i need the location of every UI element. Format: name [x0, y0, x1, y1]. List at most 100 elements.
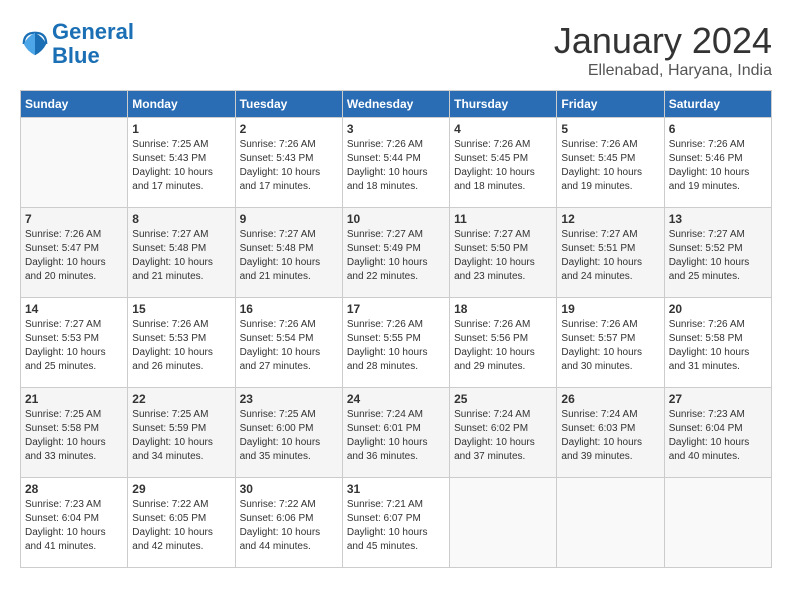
day-info: Sunrise: 7:27 AMSunset: 5:53 PMDaylight:… — [25, 318, 123, 374]
day-number: 11 — [454, 212, 552, 226]
col-sunday: Sunday — [21, 91, 128, 118]
day-info: Sunrise: 7:22 AMSunset: 6:06 PMDaylight:… — [240, 498, 338, 554]
day-number: 22 — [132, 392, 230, 406]
day-number: 1 — [132, 122, 230, 136]
col-friday: Friday — [557, 91, 664, 118]
calendar-cell: 13 Sunrise: 7:27 AMSunset: 5:52 PMDayligh… — [664, 208, 771, 298]
day-number: 2 — [240, 122, 338, 136]
day-info: Sunrise: 7:27 AMSunset: 5:52 PMDaylight:… — [669, 228, 767, 284]
day-info: Sunrise: 7:21 AMSunset: 6:07 PMDaylight:… — [347, 498, 445, 554]
calendar-cell: 26 Sunrise: 7:24 AMSunset: 6:03 PMDayligh… — [557, 388, 664, 478]
day-number: 25 — [454, 392, 552, 406]
calendar-cell: 16 Sunrise: 7:26 AMSunset: 5:54 PMDayligh… — [235, 298, 342, 388]
day-info: Sunrise: 7:25 AMSunset: 5:58 PMDaylight:… — [25, 408, 123, 464]
calendar-cell: 31Sunrise: 7:21 AMSunset: 6:07 PMDayligh… — [342, 478, 449, 568]
day-info: Sunrise: 7:26 AMSunset: 5:45 PMDaylight:… — [454, 138, 552, 194]
calendar-cell: 28Sunrise: 7:23 AMSunset: 6:04 PMDayligh… — [21, 478, 128, 568]
day-number: 7 — [25, 212, 123, 226]
day-info: Sunrise: 7:25 AMSunset: 5:43 PMDaylight:… — [132, 138, 230, 194]
day-info: Sunrise: 7:25 AMSunset: 5:59 PMDaylight:… — [132, 408, 230, 464]
calendar-cell — [557, 478, 664, 568]
calendar-cell: 29 Sunrise: 7:22 AMSunset: 6:05 PMDayligh… — [128, 478, 235, 568]
calendar-cell: 8 Sunrise: 7:27 AMSunset: 5:48 PMDaylight… — [128, 208, 235, 298]
calendar-cell: 4Sunrise: 7:26 AMSunset: 5:45 PMDaylight… — [450, 118, 557, 208]
logo-text: General Blue — [52, 20, 134, 68]
day-number: 16 — [240, 302, 338, 316]
day-number: 12 — [561, 212, 659, 226]
calendar-cell — [450, 478, 557, 568]
day-number: 20 — [669, 302, 767, 316]
day-info: Sunrise: 7:26 AMSunset: 5:44 PMDaylight:… — [347, 138, 445, 194]
day-number: 6 — [669, 122, 767, 136]
day-info: Sunrise: 7:27 AMSunset: 5:50 PMDaylight:… — [454, 228, 552, 284]
calendar-cell — [21, 118, 128, 208]
calendar-cell: 27Sunrise: 7:23 AMSunset: 6:04 PMDayligh… — [664, 388, 771, 478]
location: Ellenabad, Haryana, India — [554, 62, 772, 80]
day-info: Sunrise: 7:22 AMSunset: 6:05 PMDaylight:… — [132, 498, 230, 554]
calendar-cell: 6 Sunrise: 7:26 AMSunset: 5:46 PMDaylight… — [664, 118, 771, 208]
calendar-cell: 1 Sunrise: 7:25 AMSunset: 5:43 PMDaylight… — [128, 118, 235, 208]
calendar-table: Sunday Monday Tuesday Wednesday Thursday… — [20, 90, 772, 568]
calendar-cell: 30 Sunrise: 7:22 AMSunset: 6:06 PMDayligh… — [235, 478, 342, 568]
calendar-week-2: 7 Sunrise: 7:26 AMSunset: 5:47 PMDaylight… — [21, 208, 772, 298]
col-saturday: Saturday — [664, 91, 771, 118]
calendar-cell: 20Sunrise: 7:26 AMSunset: 5:58 PMDayligh… — [664, 298, 771, 388]
calendar-cell: 2 Sunrise: 7:26 AMSunset: 5:43 PMDaylight… — [235, 118, 342, 208]
day-info: Sunrise: 7:27 AMSunset: 5:48 PMDaylight:… — [132, 228, 230, 284]
calendar-week-1: 1 Sunrise: 7:25 AMSunset: 5:43 PMDaylight… — [21, 118, 772, 208]
day-number: 5 — [561, 122, 659, 136]
day-info: Sunrise: 7:24 AMSunset: 6:03 PMDaylight:… — [561, 408, 659, 464]
day-number: 29 — [132, 482, 230, 496]
calendar-cell: 21 Sunrise: 7:25 AMSunset: 5:58 PMDayligh… — [21, 388, 128, 478]
day-number: 30 — [240, 482, 338, 496]
day-info: Sunrise: 7:26 AMSunset: 5:46 PMDaylight:… — [669, 138, 767, 194]
calendar-cell: 7 Sunrise: 7:26 AMSunset: 5:47 PMDaylight… — [21, 208, 128, 298]
day-info: Sunrise: 7:26 AMSunset: 5:54 PMDaylight:… — [240, 318, 338, 374]
calendar-cell: 24 Sunrise: 7:24 AMSunset: 6:01 PMDayligh… — [342, 388, 449, 478]
day-number: 26 — [561, 392, 659, 406]
calendar-cell — [664, 478, 771, 568]
month-title: January 2024 — [554, 20, 772, 62]
day-info: Sunrise: 7:24 AMSunset: 6:01 PMDaylight:… — [347, 408, 445, 464]
calendar-week-4: 21 Sunrise: 7:25 AMSunset: 5:58 PMDayligh… — [21, 388, 772, 478]
day-number: 18 — [454, 302, 552, 316]
col-thursday: Thursday — [450, 91, 557, 118]
calendar-cell: 9Sunrise: 7:27 AMSunset: 5:48 PMDaylight… — [235, 208, 342, 298]
title-block: January 2024 Ellenabad, Haryana, India — [554, 20, 772, 80]
day-info: Sunrise: 7:26 AMSunset: 5:47 PMDaylight:… — [25, 228, 123, 284]
day-number: 15 — [132, 302, 230, 316]
day-number: 19 — [561, 302, 659, 316]
page-header: General Blue January 2024 Ellenabad, Har… — [20, 20, 772, 80]
day-info: Sunrise: 7:27 AMSunset: 5:49 PMDaylight:… — [347, 228, 445, 284]
calendar-cell: 11 Sunrise: 7:27 AMSunset: 5:50 PMDayligh… — [450, 208, 557, 298]
calendar-cell: 19 Sunrise: 7:26 AMSunset: 5:57 PMDayligh… — [557, 298, 664, 388]
day-info: Sunrise: 7:24 AMSunset: 6:02 PMDaylight:… — [454, 408, 552, 464]
calendar-cell: 14 Sunrise: 7:27 AMSunset: 5:53 PMDayligh… — [21, 298, 128, 388]
calendar-week-3: 14 Sunrise: 7:27 AMSunset: 5:53 PMDayligh… — [21, 298, 772, 388]
day-info: Sunrise: 7:26 AMSunset: 5:43 PMDaylight:… — [240, 138, 338, 194]
col-wednesday: Wednesday — [342, 91, 449, 118]
day-info: Sunrise: 7:27 AMSunset: 5:51 PMDaylight:… — [561, 228, 659, 284]
day-number: 21 — [25, 392, 123, 406]
day-info: Sunrise: 7:27 AMSunset: 5:48 PMDaylight:… — [240, 228, 338, 284]
calendar-cell: 3Sunrise: 7:26 AMSunset: 5:44 PMDaylight… — [342, 118, 449, 208]
day-number: 8 — [132, 212, 230, 226]
col-monday: Monday — [128, 91, 235, 118]
day-info: Sunrise: 7:25 AMSunset: 6:00 PMDaylight:… — [240, 408, 338, 464]
calendar-cell: 5 Sunrise: 7:26 AMSunset: 5:45 PMDaylight… — [557, 118, 664, 208]
day-info: Sunrise: 7:26 AMSunset: 5:57 PMDaylight:… — [561, 318, 659, 374]
day-number: 24 — [347, 392, 445, 406]
calendar-cell: 25 Sunrise: 7:24 AMSunset: 6:02 PMDayligh… — [450, 388, 557, 478]
logo-icon — [20, 29, 50, 59]
day-number: 23 — [240, 392, 338, 406]
day-number: 28 — [25, 482, 123, 496]
calendar-cell: 15Sunrise: 7:26 AMSunset: 5:53 PMDayligh… — [128, 298, 235, 388]
day-number: 14 — [25, 302, 123, 316]
day-info: Sunrise: 7:26 AMSunset: 5:56 PMDaylight:… — [454, 318, 552, 374]
day-info: Sunrise: 7:26 AMSunset: 5:55 PMDaylight:… — [347, 318, 445, 374]
day-number: 27 — [669, 392, 767, 406]
day-number: 13 — [669, 212, 767, 226]
calendar-cell: 10Sunrise: 7:27 AMSunset: 5:49 PMDayligh… — [342, 208, 449, 298]
day-info: Sunrise: 7:26 AMSunset: 5:45 PMDaylight:… — [561, 138, 659, 194]
col-tuesday: Tuesday — [235, 91, 342, 118]
